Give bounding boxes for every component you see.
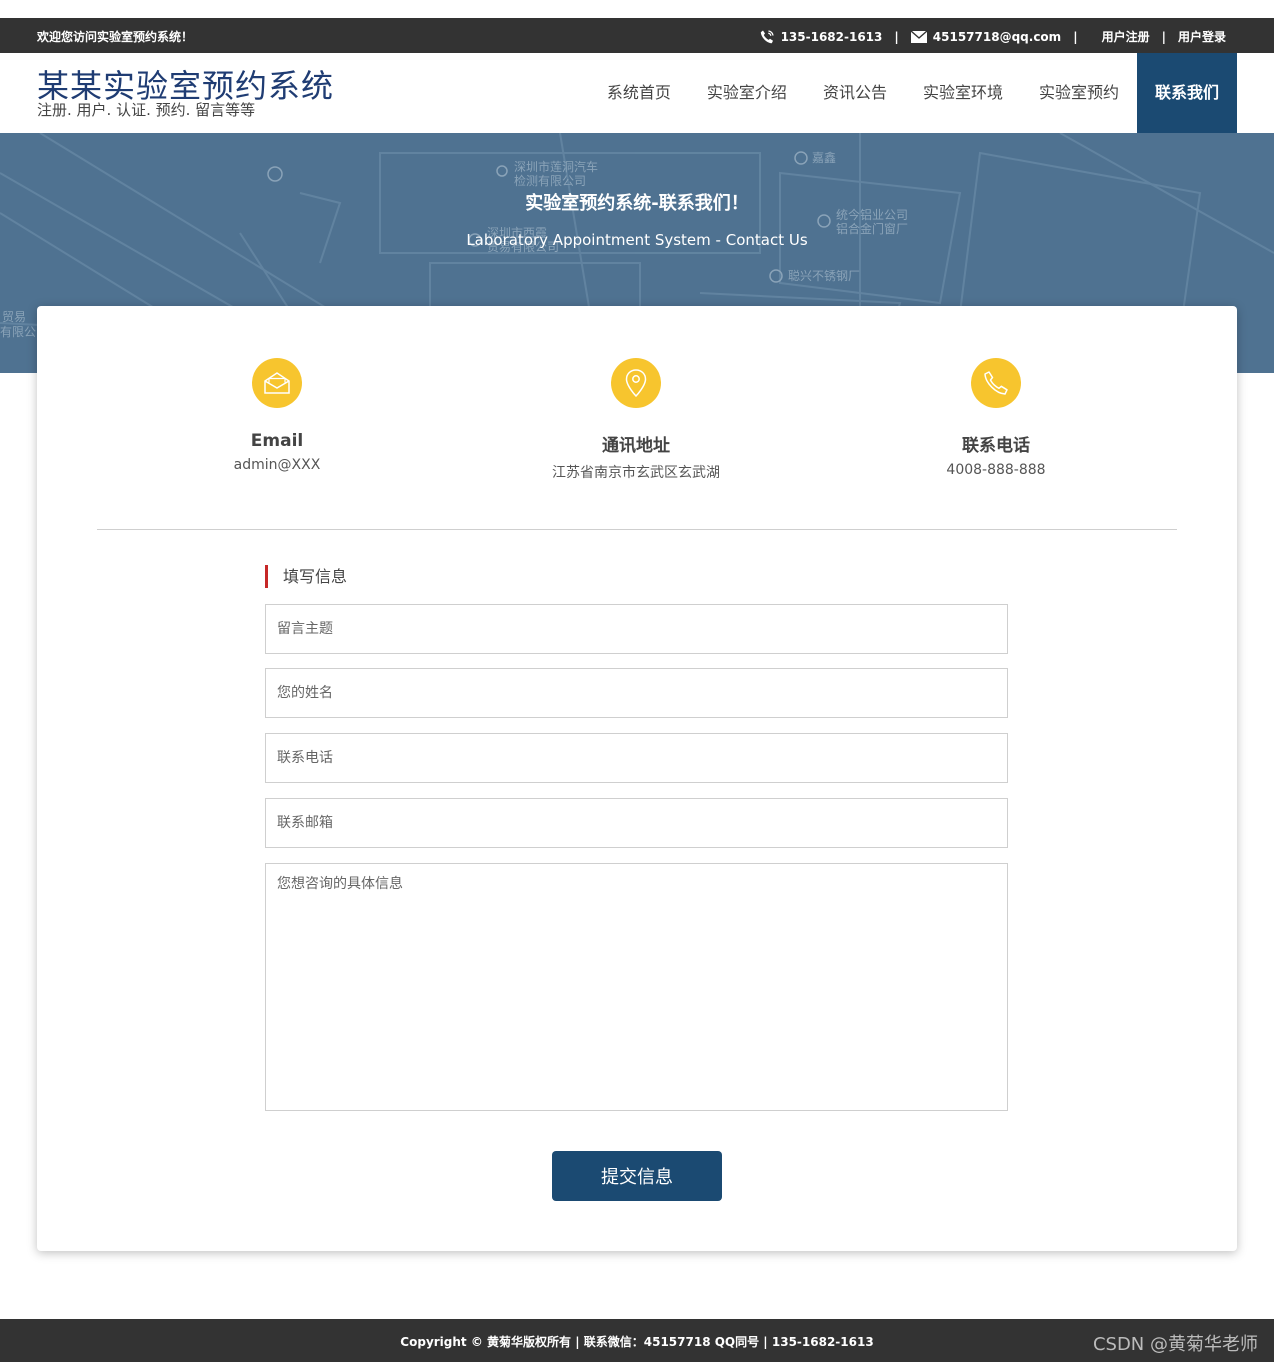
- banner-title: 实验室预约系统-联系我们！: [525, 193, 749, 214]
- email-info: Email admin@XXX: [127, 358, 427, 473]
- top-bar-contact: 135-1682-1613 | 45157718@qq.com | 用户注册 |…: [759, 28, 1226, 45]
- nav-home[interactable]: 系统首页: [589, 53, 689, 133]
- phone-label: 联系电话: [962, 436, 1030, 456]
- address-value: 江苏省南京市玄武区玄武湖: [552, 465, 720, 481]
- site-subtitle: 注册. 用户. 认证. 预约. 留言等等: [37, 101, 256, 119]
- phone-icon: [760, 29, 774, 43]
- nav-contact-us[interactable]: 联系我们: [1136, 53, 1237, 133]
- header: 某某实验室预约系统 注册. 用户. 认证. 预约. 留言等等 系统首页 实验室介…: [0, 53, 1274, 133]
- nav-news[interactable]: 资讯公告: [805, 53, 905, 133]
- map-label: 深圳市莲洞汽车: [514, 159, 598, 174]
- nav-lab-environment[interactable]: 实验室环境: [905, 53, 1021, 133]
- phone-icon-circle: [971, 358, 1021, 408]
- submit-button[interactable]: 提交信息: [552, 1151, 722, 1201]
- top-email: 45157718@qq.com: [932, 29, 1062, 44]
- map-label: 检测有限公司: [514, 173, 586, 188]
- welcome-text: 欢迎您访问实验室预约系统！: [37, 30, 194, 44]
- footer-copyright: Copyright © 黄菊华版权所有 | 联系微信：45157718 QQ同号…: [400, 1335, 874, 1349]
- phone-input[interactable]: [265, 733, 1008, 783]
- map-label: 聪兴不锈钢厂: [788, 269, 860, 283]
- top-phone: 135-1682-1613: [780, 29, 883, 44]
- banner-subtitle: Laboratory Appointment System - Contact …: [466, 231, 808, 249]
- top-bar: 欢迎您访问实验室预约系统！ 135-1682-1613 | 45157718@q…: [0, 18, 1274, 53]
- location-pin-icon: [625, 369, 647, 397]
- email-value: admin@XXX: [233, 457, 321, 473]
- envelope-open-icon: [264, 372, 290, 394]
- separator: |: [894, 29, 899, 44]
- separator: |: [1073, 29, 1078, 44]
- email-input[interactable]: [265, 798, 1008, 848]
- phone-value: 4008-888-888: [946, 462, 1046, 478]
- email-icon-circle: [252, 358, 302, 408]
- separator: |: [1161, 29, 1166, 44]
- message-textarea[interactable]: [265, 863, 1008, 1111]
- main-nav: 系统首页 实验室介绍 资讯公告 实验室环境 实验室预约 联系我们: [589, 53, 1237, 133]
- map-label: 贸易: [2, 310, 26, 324]
- mail-icon: [910, 30, 927, 43]
- map-label: 有限公: [0, 325, 36, 339]
- email-label: Email: [250, 431, 304, 451]
- address-info: 通讯地址 江苏省南京市玄武区玄武湖: [486, 358, 786, 482]
- section-divider: [97, 529, 1177, 530]
- form-title: 填写信息: [265, 565, 347, 588]
- footer: Copyright © 黄菊华版权所有 | 联系微信：45157718 QQ同号…: [0, 1319, 1274, 1362]
- login-link[interactable]: 用户登录: [1178, 28, 1226, 45]
- address-label: 通讯地址: [602, 436, 670, 456]
- nav-lab-intro[interactable]: 实验室介绍: [689, 53, 805, 133]
- csdn-watermark: CSDN @黄菊华老师: [1092, 1334, 1258, 1355]
- phone-icon: [984, 371, 1008, 395]
- phone-info: 联系电话 4008-888-888: [846, 358, 1146, 478]
- register-link[interactable]: 用户注册: [1102, 28, 1150, 45]
- address-icon-circle: [611, 358, 661, 408]
- nav-lab-booking[interactable]: 实验室预约: [1021, 53, 1137, 133]
- map-label: 嘉鑫: [812, 150, 836, 165]
- contact-card: Email admin@XXX 通讯地址 江苏省南京市玄武区玄武湖 联系电话 4…: [37, 306, 1237, 1251]
- name-input[interactable]: [265, 668, 1008, 718]
- subject-input[interactable]: [265, 604, 1008, 654]
